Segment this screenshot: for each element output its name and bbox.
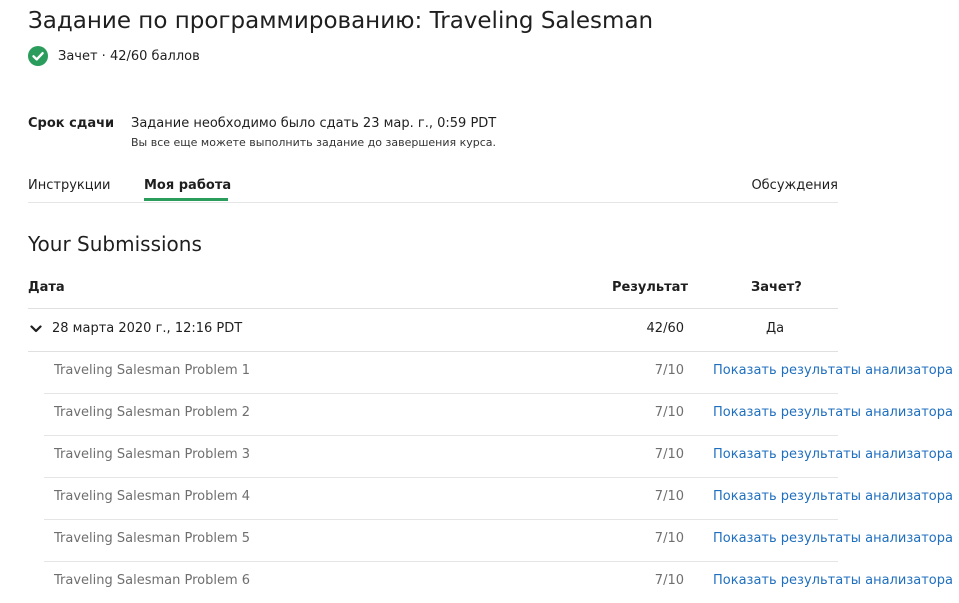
problem-name: Traveling Salesman Problem 6	[54, 573, 251, 588]
problem-name: Traveling Salesman Problem 4	[54, 489, 251, 504]
table-row: Traveling Salesman Problem 6 7/10 Показа…	[44, 561, 953, 603]
tab-my-work[interactable]: Моя работа	[144, 178, 231, 193]
problem-score: 7/10	[654, 489, 684, 504]
table-row: Traveling Salesman Problem 3 7/10 Показа…	[44, 435, 953, 478]
table-header: Дата Результат Зачет?	[28, 272, 838, 309]
problem-name: Traveling Salesman Problem 3	[54, 447, 251, 462]
problem-name: Traveling Salesman Problem 1	[54, 363, 251, 378]
deadline-text: Задание необходимо было сдать 23 мар. г.…	[131, 116, 497, 131]
problem-score: 7/10	[654, 363, 684, 378]
problem-score: 7/10	[654, 531, 684, 546]
table-row: Traveling Salesman Problem 5 7/10 Показа…	[44, 519, 953, 562]
submission-date: 28 марта 2020 г., 12:16 PDT	[52, 321, 243, 336]
column-header-result: Результат	[612, 280, 688, 295]
tab-instructions[interactable]: Инструкции	[28, 178, 111, 193]
deadline-label: Срок сдачи	[28, 116, 115, 131]
problem-name: Traveling Salesman Problem 2	[54, 405, 251, 420]
grader-results-link[interactable]: Показать результаты анализатора	[713, 405, 953, 420]
tab-bar: Инструкции Моя работа Обсуждения	[28, 166, 838, 203]
grader-results-link[interactable]: Показать результаты анализатора	[713, 531, 953, 546]
problem-name: Traveling Salesman Problem 5	[54, 531, 251, 546]
problem-score: 7/10	[654, 447, 684, 462]
column-header-passed: Зачет?	[751, 280, 802, 295]
table-row: Traveling Salesman Problem 2 7/10 Показа…	[44, 393, 953, 436]
submissions-title: Your Submissions	[28, 232, 202, 256]
tab-discussions[interactable]: Обсуждения	[751, 178, 838, 193]
submission-score: 42/60	[646, 321, 684, 336]
status-text: Зачет · 42/60 баллов	[58, 48, 200, 64]
deadline-subtext: Вы все еще можете выполнить задание до з…	[131, 136, 497, 149]
column-header-date: Дата	[28, 280, 65, 295]
table-row: Traveling Salesman Problem 1 7/10 Показа…	[44, 351, 953, 394]
grader-results-link[interactable]: Показать результаты анализатора	[713, 447, 953, 462]
active-tab-indicator	[144, 198, 228, 201]
chevron-down-icon[interactable]	[30, 323, 42, 335]
table-row: Traveling Salesman Problem 4 7/10 Показа…	[44, 477, 953, 520]
problem-score: 7/10	[654, 405, 684, 420]
grader-results-link[interactable]: Показать результаты анализатора	[713, 489, 953, 504]
grader-results-link[interactable]: Показать результаты анализатора	[713, 573, 953, 588]
submission-summary-row[interactable]: 28 марта 2020 г., 12:16 PDT 42/60 Да	[28, 309, 838, 352]
check-circle-icon	[28, 46, 48, 66]
submission-passed: Да	[766, 321, 785, 336]
status-row: Зачет · 42/60 баллов	[28, 46, 200, 66]
grader-results-link[interactable]: Показать результаты анализатора	[713, 363, 953, 378]
problem-score: 7/10	[654, 573, 684, 588]
page-title: Задание по программированию: Traveling S…	[28, 8, 654, 34]
